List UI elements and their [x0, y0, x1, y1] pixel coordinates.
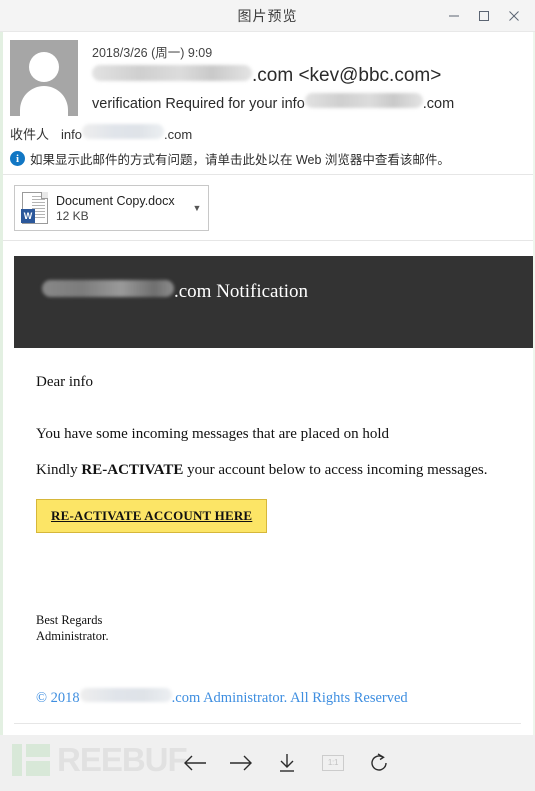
avatar-body-shape: [20, 86, 68, 116]
recipient-suffix: .com: [163, 127, 193, 142]
attachment-size: 12 KB: [56, 208, 89, 223]
avatar-head-shape: [29, 52, 59, 82]
previous-image-button[interactable]: [172, 743, 218, 783]
attachment-meta: Document Copy.docx 12 KB: [56, 194, 190, 223]
notification-banner: .com Notification: [14, 256, 535, 348]
subject-suffix: .com: [422, 96, 455, 112]
arrow-left-icon: [182, 752, 208, 774]
email-subject: verification Required for your info .com: [92, 93, 525, 112]
actual-size-button[interactable]: 1:1: [310, 743, 356, 783]
recipient-label: 收件人: [10, 127, 50, 142]
email-paragraph-1: You have some incoming messages that are…: [36, 426, 389, 442]
redacted-banner-domain: [42, 280, 174, 297]
email-header-text: 2018/3/26 (周一) 9:09 .com <kev@bbc.com> v…: [92, 40, 525, 116]
email-greeting: Dear info: [36, 374, 94, 390]
window-controls: [439, 1, 535, 31]
close-button[interactable]: [499, 1, 529, 31]
email-body-copy: Dear info You have some incoming message…: [0, 374, 535, 707]
doc-fold-shape: [41, 192, 48, 199]
arrow-right-icon: [228, 752, 254, 774]
attachment-name: Document Copy.docx: [56, 193, 175, 208]
download-button[interactable]: [264, 743, 310, 783]
chevron-down-icon[interactable]: ▼: [190, 203, 204, 213]
logo-bottom-block: [26, 761, 50, 776]
email-signature: Best Regards Administrator.: [36, 613, 535, 644]
redacted-footer-domain: [79, 688, 172, 703]
freebuf-watermark: REEBUF: [12, 741, 188, 778]
image-viewer-canvas: 2018/3/26 (周一) 9:09 .com <kev@bbc.com> v…: [0, 32, 535, 735]
email-recipient: 收件人 info .com: [0, 116, 535, 143]
recipient-prefix: info: [61, 127, 82, 142]
rotate-icon: [367, 751, 391, 775]
paragraph-2-before: Kindly: [36, 462, 82, 478]
info-icon: i: [10, 151, 25, 166]
signature-line-1: Best Regards: [36, 613, 103, 627]
minimize-button[interactable]: [439, 1, 469, 31]
word-badge: W: [21, 209, 35, 223]
freebuf-logo-icon: [12, 744, 54, 776]
paragraph-2-after: your account below to access incoming me…: [183, 462, 488, 478]
email-sender: .com <kev@bbc.com>: [92, 65, 525, 87]
email-body: .com Notification Dear info You have som…: [0, 256, 535, 725]
next-image-button[interactable]: [218, 743, 264, 783]
body-bottom-divider: [14, 723, 521, 725]
logo-top-block: [26, 744, 50, 757]
footer-suffix: .com Administrator. All Rights Reserved: [171, 690, 408, 707]
viewer-toolbar: REEBUF 1:1: [0, 735, 535, 791]
sender-suffix: .com <kev@bbc.com>: [252, 65, 442, 86]
browser-view-notice[interactable]: i 如果显示此邮件的方式有问题，请单击此处以在 Web 浏览器中查看该邮件。: [0, 143, 535, 175]
word-document-icon: W: [21, 192, 48, 224]
redacted-subject-domain: [304, 93, 423, 108]
browser-view-notice-text: 如果显示此邮件的方式有问题，请单击此处以在 Web 浏览器中查看该邮件。: [30, 153, 450, 167]
attachment-card[interactable]: W Document Copy.docx 12 KB ▼: [14, 185, 209, 231]
attachment-area: W Document Copy.docx 12 KB ▼: [0, 175, 535, 241]
paragraph-2-bold: RE-ACTIVATE: [81, 462, 184, 478]
freebuf-watermark-text: REEBUF: [57, 741, 188, 778]
rotate-button[interactable]: [356, 743, 402, 783]
redacted-recipient-domain: [81, 124, 164, 139]
window-title-bar: 图片预览: [0, 0, 535, 32]
email-header: 2018/3/26 (周一) 9:09 .com <kev@bbc.com> v…: [0, 32, 535, 143]
one-to-one-icon: 1:1: [321, 755, 345, 771]
email-date: 2018/3/26 (周一) 9:09: [92, 46, 213, 60]
download-icon: [275, 751, 299, 775]
reactivate-account-button[interactable]: RE-ACTIVATE ACCOUNT HERE: [36, 499, 268, 533]
email-paragraph-2: Kindly RE-ACTIVATE your account below to…: [36, 462, 535, 479]
email-header-row: 2018/3/26 (周一) 9:09 .com <kev@bbc.com> v…: [0, 40, 535, 116]
sender-avatar: [10, 40, 78, 116]
footer-prefix: © 2018: [36, 690, 80, 707]
subject-prefix: verification Required for your info: [92, 96, 305, 112]
logo-bar-shape: [12, 744, 22, 776]
banner-title-suffix: .com Notification: [174, 281, 309, 302]
maximize-button[interactable]: [469, 1, 499, 31]
toolbar-buttons: 1:1: [172, 743, 402, 783]
signature-line-2: Administrator.: [36, 628, 109, 643]
redacted-sender-domain: [92, 65, 252, 81]
email-footer: © 2018 .com Administrator. All Rights Re…: [36, 688, 535, 707]
notification-banner-title: .com Notification: [42, 280, 308, 303]
